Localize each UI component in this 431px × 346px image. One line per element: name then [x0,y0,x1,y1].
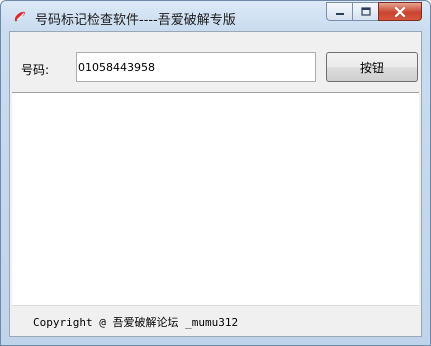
action-button[interactable]: 按钮 [326,52,418,82]
maximize-button[interactable] [352,2,378,21]
output-area[interactable] [12,92,419,306]
window-title: 号码标记检查软件----吾爱破解专版 [35,13,236,28]
minimize-icon [335,12,344,15]
number-label: 号码: [21,63,50,77]
number-input[interactable] [76,52,316,82]
close-icon [394,6,406,17]
caption-buttons [326,2,422,22]
title-bar[interactable]: 号码标记检查软件----吾爱破解专版 [1,1,430,31]
app-window: 号码标记检查软件----吾爱破解专版 号码: 按钮 [0,0,431,346]
minimize-button[interactable] [326,2,352,21]
maximize-icon [360,7,371,16]
client-area: 号码: 按钮 Copyright @ 吾爱破解论坛 _mumu312 [9,31,422,337]
pen-logo-icon [14,11,26,22]
copyright-text: Copyright @ 吾爱破解论坛 _mumu312 [33,316,239,329]
close-button[interactable] [378,2,422,21]
